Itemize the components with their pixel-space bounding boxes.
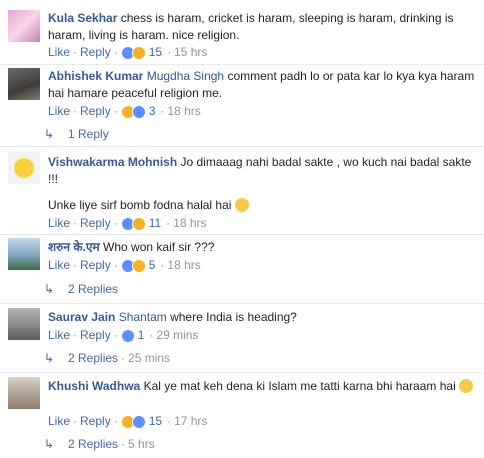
grin-emoji-icon — [234, 197, 249, 212]
reaction-count[interactable]: 5 — [146, 258, 158, 272]
view-replies-link[interactable]: ↳ 2 Replies · 25 mins — [44, 350, 170, 366]
reaction-count[interactable]: 15 — [146, 414, 164, 428]
commenter-name[interactable]: शरुन के.एम — [48, 240, 100, 254]
like-button[interactable]: Like — [48, 328, 70, 342]
timestamp[interactable]: 17 hrs — [174, 414, 207, 428]
reply-arrow-icon: ↳ — [44, 282, 55, 296]
reaction-count[interactable]: 11 — [146, 216, 163, 230]
emoji-face-icon — [14, 158, 34, 178]
view-replies-link[interactable]: ↳ 2 Replies — [44, 281, 118, 297]
reply-button[interactable]: Reply — [80, 104, 111, 118]
like-icon — [120, 328, 135, 343]
timestamp[interactable]: 15 hrs — [174, 45, 207, 59]
reaction-count[interactable]: 15 — [146, 45, 164, 59]
reactions[interactable] — [120, 327, 135, 343]
like-button[interactable]: Like — [48, 216, 70, 230]
like-button[interactable]: Like — [48, 45, 70, 59]
avatar[interactable] — [8, 68, 40, 100]
like-button[interactable]: Like — [48, 258, 70, 272]
comment-actions: Like · Reply · 15 · 15 hrs — [48, 44, 208, 60]
haha-icon — [131, 45, 146, 60]
unamused-emoji-icon — [459, 378, 474, 393]
avatar[interactable] — [8, 308, 40, 340]
like-icon — [131, 414, 146, 429]
commenter-name[interactable]: Abhishek Kumar — [48, 69, 143, 83]
comment-actions: Like · Reply · 3 · 18 hrs — [48, 103, 201, 119]
like-icon — [131, 104, 146, 119]
comment-actions: Like · Reply · 5 · 18 hrs — [48, 257, 201, 273]
reaction-count[interactable]: 1 — [135, 328, 147, 342]
reactions[interactable] — [120, 257, 146, 273]
avatar[interactable] — [8, 10, 40, 42]
comment-text: Who won kaif sir ??? — [103, 240, 215, 254]
comment-text: where India is heading? — [170, 310, 297, 324]
reply-button[interactable]: Reply — [80, 328, 111, 342]
comment-text: Kal ye mat keh dena ki Islam me tatti ka… — [143, 379, 456, 393]
view-replies-link[interactable]: ↳ 2 Replies · 5 hrs — [44, 436, 155, 452]
reply-button[interactable]: Reply — [80, 258, 111, 272]
reply-arrow-icon: ↳ — [44, 127, 55, 141]
commenter-name[interactable]: Khushi Wadhwa — [48, 379, 140, 393]
haha-icon — [131, 216, 146, 231]
comment-actions: Like · Reply · 15 · 17 hrs — [48, 413, 208, 429]
reply-arrow-icon: ↳ — [44, 437, 55, 451]
reply-button[interactable]: Reply — [80, 45, 111, 59]
timestamp[interactable]: 18 hrs — [173, 216, 206, 230]
timestamp[interactable]: 5 hrs — [128, 437, 155, 451]
timestamp[interactable]: 18 hrs — [167, 258, 200, 272]
reply-button[interactable]: Reply — [80, 216, 111, 230]
comment-actions: Like · Reply · 11 · 18 hrs — [48, 215, 207, 231]
avatar[interactable] — [8, 377, 40, 409]
avatar[interactable] — [8, 152, 40, 184]
timestamp[interactable]: 18 hrs — [167, 104, 200, 118]
reactions[interactable] — [120, 103, 146, 119]
timestamp[interactable]: 29 mins — [156, 328, 198, 342]
reactions[interactable] — [120, 215, 146, 231]
like-button[interactable]: Like — [48, 414, 70, 428]
haha-icon — [131, 258, 146, 273]
reply-arrow-icon: ↳ — [44, 351, 55, 365]
reaction-count[interactable]: 3 — [146, 104, 158, 118]
timestamp[interactable]: 25 mins — [128, 351, 170, 365]
mention-tag[interactable]: Mugdha Singh — [147, 69, 224, 83]
commenter-name[interactable]: Saurav Jain — [48, 310, 115, 324]
reply-button[interactable]: Reply — [80, 414, 111, 428]
reactions[interactable] — [120, 413, 146, 429]
like-button[interactable]: Like — [48, 104, 70, 118]
commenter-name[interactable]: Kula Sekhar — [48, 11, 117, 25]
comment-text-2: Unke liye sirf bomb fodna halal hai — [48, 198, 232, 212]
commenter-name[interactable]: Vishwakarma Mohnish — [48, 155, 177, 169]
view-replies-link[interactable]: ↳ 1 Reply — [44, 126, 109, 142]
mention-tag[interactable]: Shantam — [119, 310, 167, 324]
comment-actions: Like · Reply · 1 · 29 mins — [48, 327, 199, 343]
reactions[interactable] — [120, 44, 146, 60]
avatar[interactable] — [8, 238, 40, 270]
